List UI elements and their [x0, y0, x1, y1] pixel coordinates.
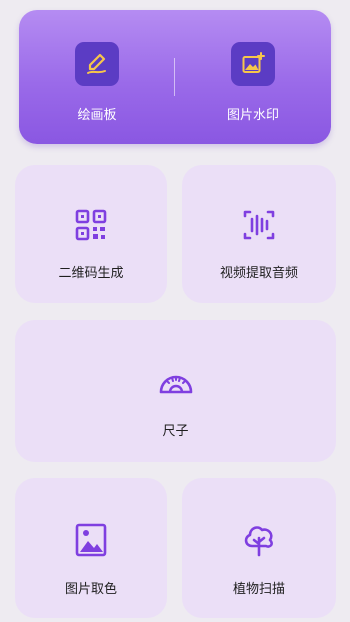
- tool-tile-plant-scan[interactable]: 植物扫描: [182, 478, 336, 618]
- ruler-protractor-icon: [156, 362, 196, 402]
- drawing-board-icon: [75, 42, 119, 86]
- tool-tile-color-picker[interactable]: 图片取色: [15, 478, 167, 618]
- drawing-board-label: 绘画板: [77, 108, 117, 123]
- tool-tile-qr-code[interactable]: 二维码生成: [15, 165, 167, 303]
- qr-code-icon: [71, 205, 111, 245]
- image-icon: [71, 520, 111, 560]
- extract-audio-label: 视频提取音频: [219, 266, 298, 281]
- audio-waveform-icon: [239, 205, 279, 245]
- plant-scan-label: 植物扫描: [232, 582, 285, 597]
- header-card: 绘画板 图片水印: [19, 10, 331, 144]
- tool-tile-extract-audio[interactable]: 视频提取音频: [182, 165, 336, 303]
- drawing-board-button[interactable]: 绘画板: [19, 10, 175, 144]
- color-picker-label: 图片取色: [64, 582, 117, 597]
- tree-icon: [239, 520, 279, 560]
- ruler-label: 尺子: [162, 424, 189, 439]
- tool-tile-ruler[interactable]: 尺子: [15, 320, 336, 462]
- image-watermark-icon: [231, 42, 275, 86]
- image-watermark-label: 图片水印: [226, 108, 279, 123]
- qr-code-label: 二维码生成: [58, 266, 124, 281]
- image-watermark-button[interactable]: 图片水印: [175, 10, 331, 144]
